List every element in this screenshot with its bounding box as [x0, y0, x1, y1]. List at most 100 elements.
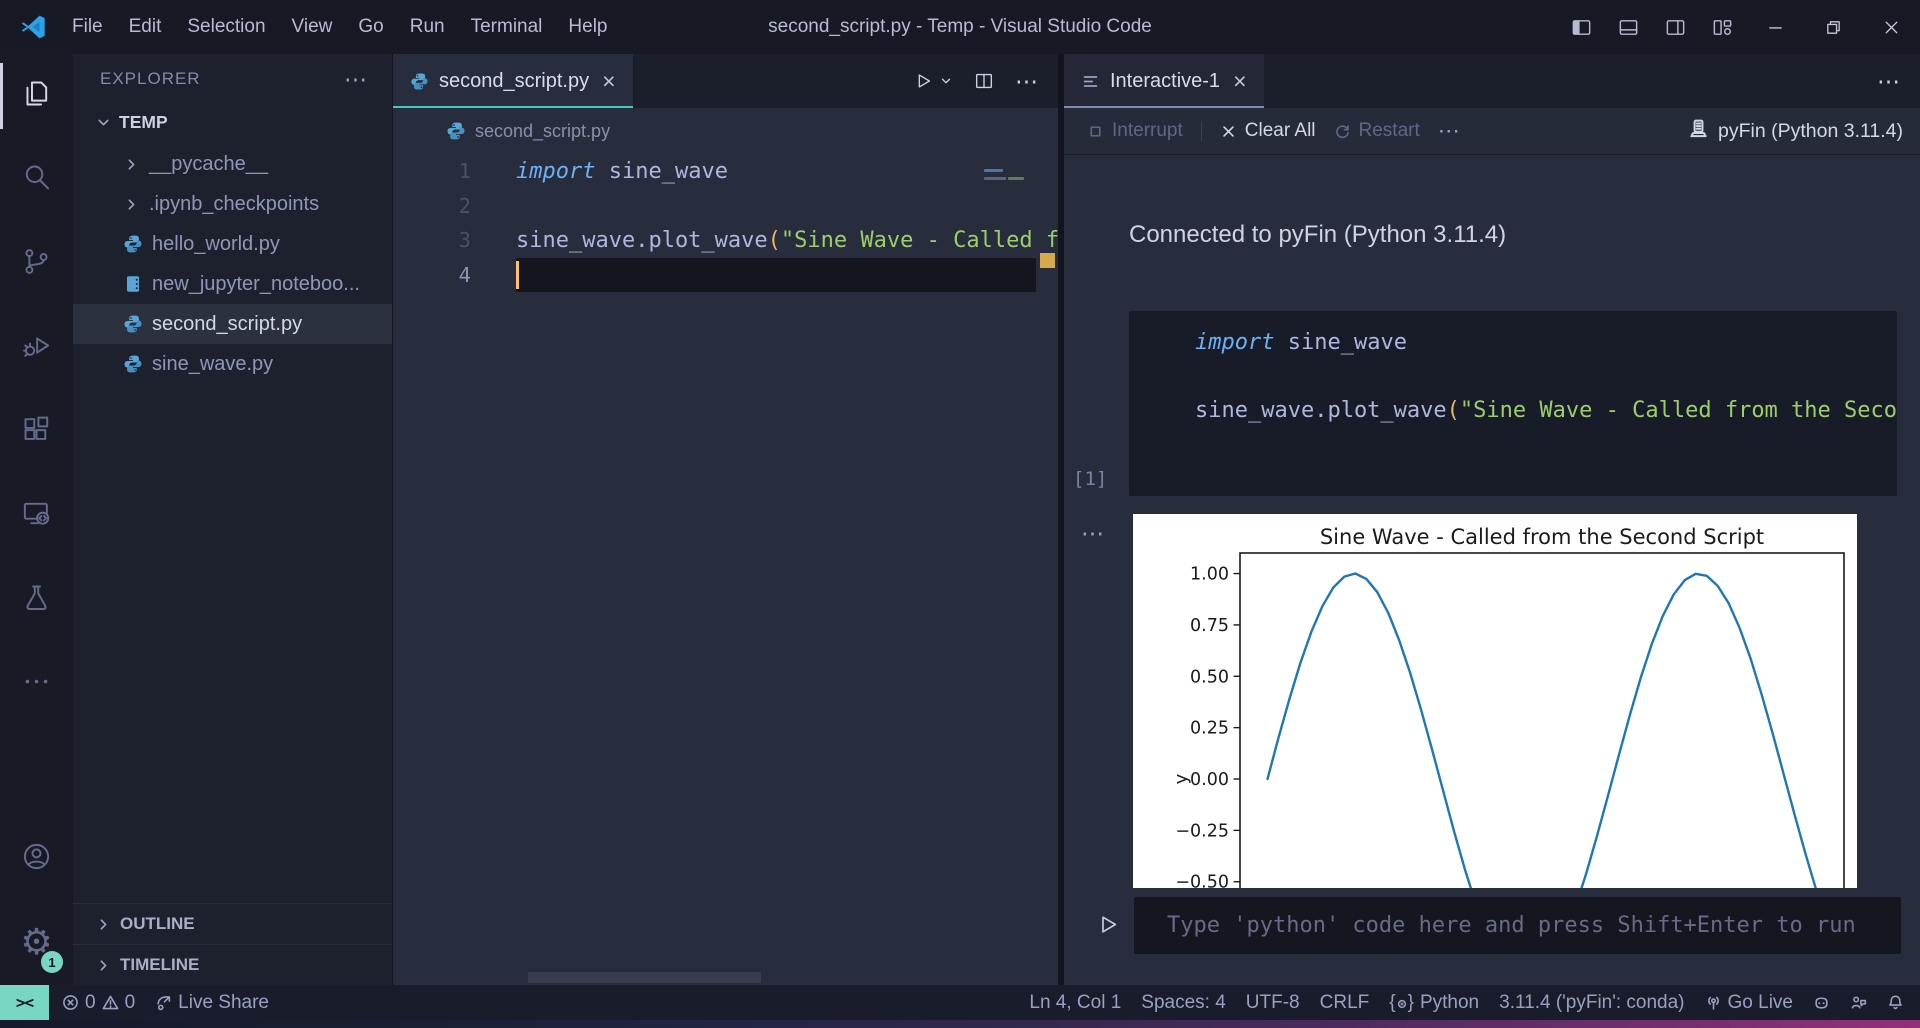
activity-item-explorer[interactable]	[0, 54, 73, 138]
status-eol[interactable]: CRLF	[1310, 985, 1380, 1020]
live-share-icon	[155, 994, 172, 1011]
activity-item-source-control[interactable]	[0, 222, 73, 306]
split-editor-icon[interactable]	[973, 70, 995, 92]
section-outline[interactable]: OUTLINE	[73, 903, 392, 944]
debug-icon	[21, 330, 52, 366]
menu-run[interactable]: Run	[397, 0, 458, 54]
status-feedback[interactable]	[1840, 985, 1877, 1020]
menu-terminal[interactable]: Terminal	[458, 0, 556, 54]
activity-item-testing[interactable]	[0, 558, 73, 642]
vscode-window: FileEditSelectionViewGoRunTerminalHelp s…	[0, 0, 1920, 1028]
status-python-interpreter-label: 3.11.4 ('pyFin': conda)	[1499, 992, 1684, 1014]
activity-item-run-and-debug[interactable]	[0, 306, 73, 390]
tab-close-icon[interactable]: ×	[602, 70, 615, 93]
output-more-actions-icon[interactable]: ⋯	[1081, 520, 1105, 547]
problems-indicator[interactable]: 00	[52, 985, 145, 1020]
remote-indicator[interactable]: ><	[0, 985, 49, 1020]
activity-item-search[interactable]	[0, 138, 73, 222]
sine-plot-svg: Sine Wave - Called from the Second Scrip…	[1133, 514, 1857, 888]
toolbar-more-actions-icon[interactable]: ⋯	[1429, 118, 1469, 144]
interrupt-button[interactable]: Interrupt	[1078, 120, 1192, 142]
tree-item-second-script-py[interactable]: second_script.py	[73, 304, 392, 344]
python-file-icon	[123, 234, 143, 254]
svg-text:−0.50: −0.50	[1175, 873, 1229, 888]
minimize-button[interactable]	[1746, 0, 1804, 54]
status-language-mode[interactable]: {}Python	[1379, 985, 1489, 1020]
repl-input-field[interactable]	[1134, 913, 1901, 938]
status-encoding[interactable]: UTF-8	[1236, 985, 1310, 1020]
menu-view[interactable]: View	[279, 0, 346, 54]
activity-item-more-views[interactable]	[0, 642, 73, 726]
tree-item--pycache-[interactable]: __pycache__	[73, 144, 392, 184]
toggle-primary-sidebar-icon[interactable]	[1558, 0, 1605, 54]
repl-input[interactable]	[1134, 897, 1901, 954]
horizontal-scrollbar[interactable]	[528, 972, 761, 983]
copilot-icon	[1813, 994, 1830, 1011]
explorer-sidebar: EXPLORER ⋯ TEMP __pycache__.ipynb_checkp…	[73, 54, 393, 985]
menu-file[interactable]: File	[59, 0, 116, 54]
clear-all-button[interactable]: Clear All	[1211, 120, 1325, 142]
menu-go[interactable]: Go	[345, 0, 396, 54]
section-label: OUTLINE	[120, 914, 195, 934]
status-copilot[interactable]	[1803, 985, 1840, 1020]
run-dropdown-chevron-icon[interactable]	[939, 74, 953, 88]
tree-item-new-jupyter-noteboo-[interactable]: new_jupyter_noteboo...	[73, 264, 392, 304]
tree-item-sine-wave-py[interactable]: sine_wave.py	[73, 344, 392, 384]
window-controls	[1558, 0, 1920, 54]
menu-help[interactable]: Help	[555, 0, 620, 54]
status-go-live[interactable]: Go Live	[1695, 985, 1803, 1020]
restore-button[interactable]	[1804, 0, 1862, 54]
text-cursor	[516, 261, 519, 289]
svg-text:0.00: 0.00	[1190, 770, 1229, 790]
line-number: 3	[393, 228, 516, 252]
vscode-logo-icon	[19, 13, 47, 41]
status-go-live-label: Go Live	[1728, 992, 1793, 1014]
minimap[interactable]	[979, 160, 1036, 280]
tree-item--ipynb-checkpoints[interactable]: .ipynb_checkpoints	[73, 184, 392, 224]
interactive-input-row	[1064, 888, 1920, 985]
tree-item-label: .ipynb_checkpoints	[149, 193, 319, 216]
run-input-icon[interactable]	[1094, 911, 1121, 938]
close-button[interactable]	[1862, 0, 1920, 54]
folder-root-temp[interactable]: TEMP	[73, 104, 392, 140]
tab-second-script[interactable]: second_script.py ×	[393, 54, 633, 108]
scm-icon	[21, 246, 52, 282]
activity-item-remote-explorer[interactable]	[0, 474, 73, 558]
kernel-picker[interactable]: pyFin (Python 3.11.4)	[1688, 118, 1920, 145]
menu-edit[interactable]: Edit	[116, 0, 175, 54]
tab-close-icon[interactable]: ×	[1233, 70, 1246, 93]
chevron-right-icon	[123, 156, 140, 173]
tab-interactive-1[interactable]: Interactive-1 ×	[1064, 54, 1264, 108]
python-file-icon	[123, 314, 143, 334]
code-line-1: 1import sine_wave	[393, 154, 1058, 189]
restart-button[interactable]: Restart	[1325, 120, 1429, 142]
error-count-icon	[62, 994, 79, 1011]
panel-more-actions-icon[interactable]: ⋯	[1877, 68, 1920, 95]
section-timeline[interactable]: TIMELINE	[73, 944, 392, 985]
code-cell[interactable]: import sine_wavesine_wave.plot_wave("Sin…	[1129, 311, 1897, 496]
status-python-interpreter[interactable]: 3.11.4 ('pyFin': conda)	[1489, 985, 1694, 1020]
interactive-window-icon	[1081, 72, 1100, 91]
activity-item-accounts[interactable]	[0, 817, 73, 901]
svg-text:1.00: 1.00	[1190, 565, 1229, 585]
toggle-panel-icon[interactable]	[1605, 0, 1652, 54]
status-indentation[interactable]: Spaces: 4	[1131, 985, 1236, 1020]
status-notifications[interactable]	[1877, 985, 1914, 1020]
tree-item-hello-world-py[interactable]: hello_world.py	[73, 224, 392, 264]
activity-item-settings[interactable]: ⚙1	[0, 901, 73, 985]
activity-item-extensions[interactable]	[0, 390, 73, 474]
warning-count: 0	[125, 992, 136, 1014]
live-share-status[interactable]: Live Share	[145, 985, 279, 1020]
editor-more-actions-icon[interactable]: ⋯	[1015, 68, 1039, 95]
menu-selection[interactable]: Selection	[174, 0, 278, 54]
code-editor[interactable]: 1import sine_wave23sine_wave.plot_wave("…	[393, 154, 1058, 985]
breadcrumb[interactable]: second_script.py	[393, 108, 1058, 154]
sidebar-more-actions-icon[interactable]: ⋯	[344, 66, 368, 93]
run-python-file-icon[interactable]	[912, 70, 934, 92]
chevron-right-icon	[95, 916, 112, 933]
customize-layout-icon[interactable]	[1699, 0, 1746, 54]
panel-tab-bar: Interactive-1 × ⋯	[1064, 54, 1920, 108]
svg-text:y: y	[1171, 773, 1192, 784]
status-cursor-position[interactable]: Ln 4, Col 1	[1019, 985, 1131, 1020]
toggle-secondary-sidebar-icon[interactable]	[1652, 0, 1699, 54]
